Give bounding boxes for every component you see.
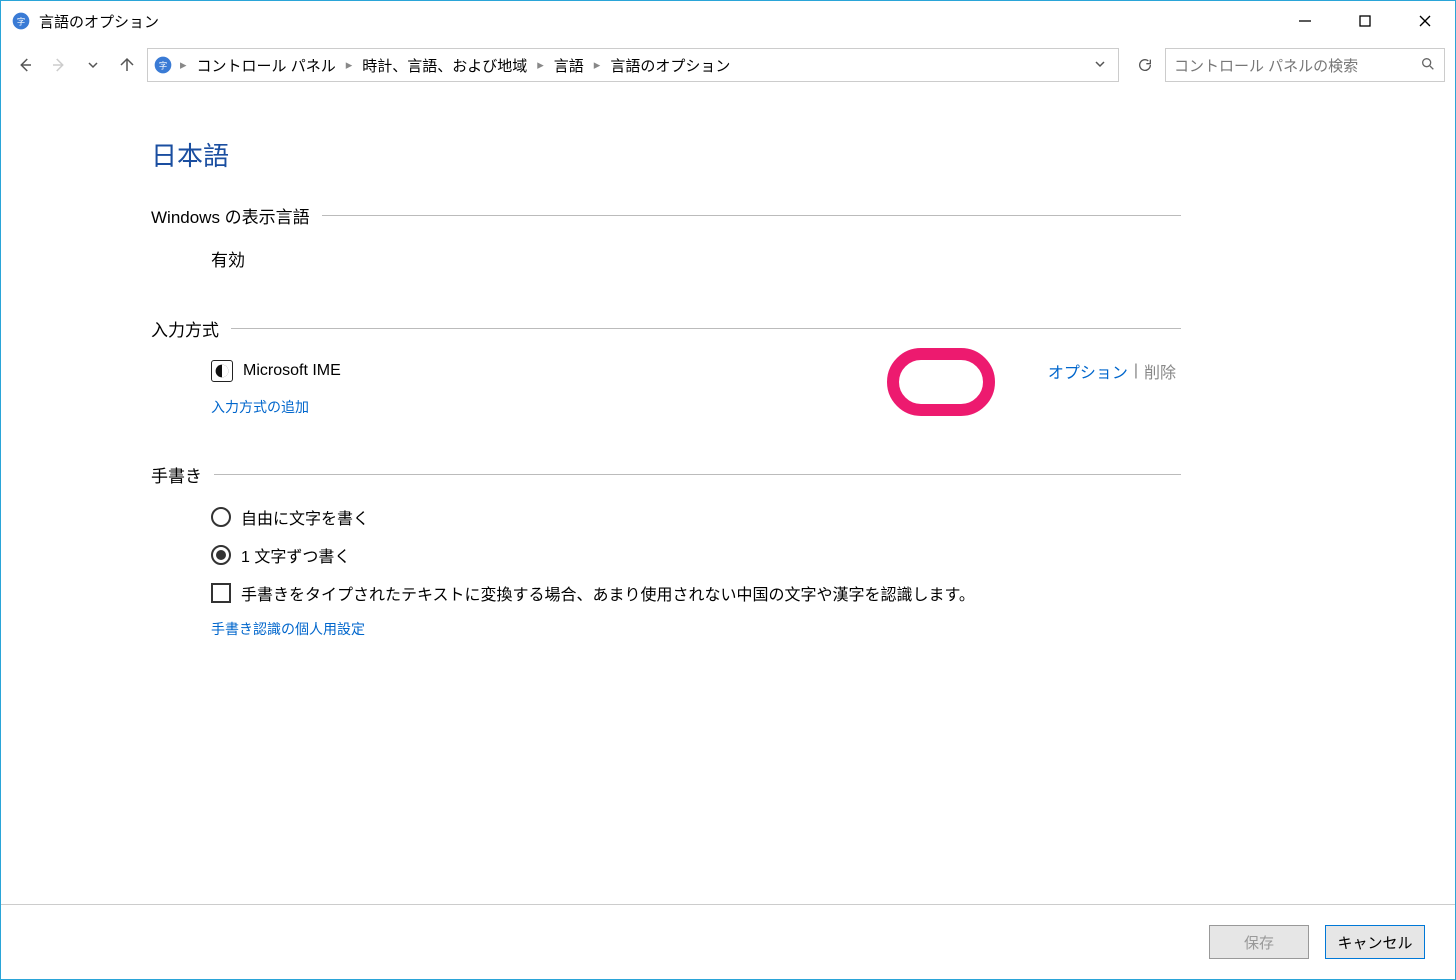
radio-free-writing[interactable]: 自由に文字を書く	[211, 505, 1181, 529]
refresh-button[interactable]	[1131, 51, 1159, 79]
section-input-method: 入力方式 Microsoft IME オプション | 削除 入力方式の追加	[151, 316, 1181, 417]
search-icon	[1420, 56, 1436, 75]
breadcrumb-item[interactable]: 言語のオプション	[606, 55, 734, 76]
radio-label: 1 文字ずつ書く	[241, 543, 350, 567]
search-placeholder: コントロール パネルの検索	[1174, 55, 1420, 76]
nav-recent-dropdown[interactable]	[79, 51, 107, 79]
chevron-down-icon[interactable]	[1094, 57, 1106, 73]
ime-remove-link[interactable]: 削除	[1144, 359, 1176, 383]
ime-icon	[211, 360, 233, 382]
chevron-right-icon: ▸	[344, 57, 355, 73]
save-button[interactable]: 保存	[1209, 925, 1309, 959]
checkbox-label: 手書きをタイプされたテキストに変換する場合、あまり使用されない中国の文字や漢字を…	[241, 581, 975, 605]
display-language-status: 有効	[211, 251, 245, 270]
breadcrumb[interactable]: 字 ▸ コントロール パネル ▸ 時計、言語、および地域 ▸ 言語 ▸ 言語のオ…	[147, 48, 1119, 82]
radio-label: 自由に文字を書く	[241, 505, 369, 529]
page-title: 日本語	[151, 136, 1455, 173]
footer: 保存 キャンセル	[1, 904, 1455, 979]
content-area: 日本語 Windows の表示言語 有効 入力方式 Microsoft IME …	[1, 96, 1455, 904]
breadcrumb-item[interactable]: 言語	[550, 55, 588, 76]
chevron-right-icon: ▸	[535, 57, 546, 73]
section-title: Windows の表示言語	[151, 203, 310, 228]
window-controls	[1275, 1, 1455, 41]
breadcrumb-item[interactable]: コントロール パネル	[193, 55, 340, 76]
section-handwriting: 手書き 自由に文字を書く 1 文字ずつ書く 手書きをタイプされたテキストに変換す…	[151, 462, 1181, 639]
search-input[interactable]: コントロール パネルの検索	[1165, 48, 1445, 82]
svg-text:字: 字	[17, 16, 25, 26]
nav-forward-button[interactable]	[45, 51, 73, 79]
window-title: 言語のオプション	[39, 11, 159, 32]
svg-text:字: 字	[159, 60, 167, 70]
cancel-button[interactable]: キャンセル	[1325, 925, 1425, 959]
titlebar: 字 言語のオプション	[1, 1, 1455, 41]
divider	[214, 474, 1181, 475]
minimize-button[interactable]	[1275, 1, 1335, 41]
section-title: 入力方式	[151, 316, 219, 341]
breadcrumb-item[interactable]: 時計、言語、および地域	[358, 55, 531, 76]
section-display-language: Windows の表示言語 有効	[151, 203, 1181, 271]
checkbox-icon	[211, 583, 231, 603]
nav-back-button[interactable]	[11, 51, 39, 79]
ime-name: Microsoft IME	[243, 362, 341, 380]
maximize-button[interactable]	[1335, 1, 1395, 41]
section-title: 手書き	[151, 462, 202, 487]
nav-up-button[interactable]	[113, 51, 141, 79]
app-icon: 字	[11, 11, 31, 31]
breadcrumb-icon: 字	[152, 54, 174, 76]
ime-options-link[interactable]: オプション	[1048, 359, 1128, 383]
chevron-right-icon: ▸	[592, 57, 603, 73]
radio-icon	[211, 545, 231, 565]
handwriting-personalize-link[interactable]: 手書き認識の個人用設定	[211, 619, 365, 639]
chevron-right-icon: ▸	[178, 57, 189, 73]
checkbox-rare-chars[interactable]: 手書きをタイプされたテキストに変換する場合、あまり使用されない中国の文字や漢字を…	[211, 581, 1181, 605]
navbar: 字 ▸ コントロール パネル ▸ 時計、言語、および地域 ▸ 言語 ▸ 言語のオ…	[1, 41, 1455, 89]
separator: |	[1134, 362, 1138, 380]
close-button[interactable]	[1395, 1, 1455, 41]
divider	[231, 328, 1181, 329]
ime-row: Microsoft IME オプション | 削除	[211, 359, 1176, 383]
radio-icon	[211, 507, 231, 527]
radio-one-char[interactable]: 1 文字ずつ書く	[211, 543, 1181, 567]
divider	[322, 215, 1181, 216]
add-input-method-link[interactable]: 入力方式の追加	[211, 397, 309, 417]
